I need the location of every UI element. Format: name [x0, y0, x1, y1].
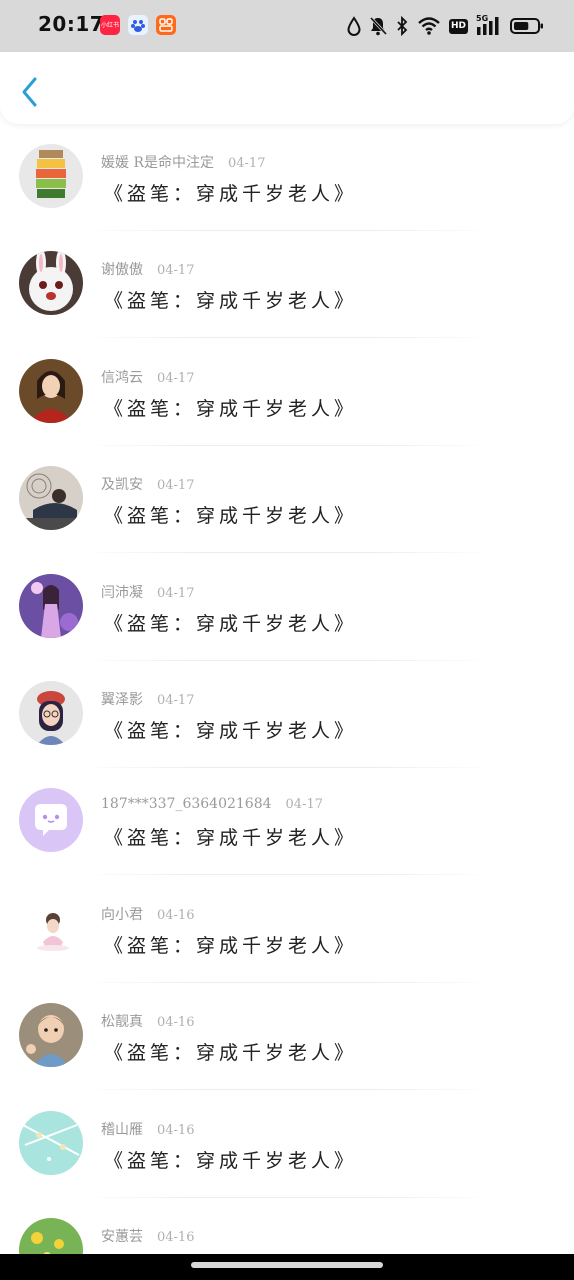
- item-date: 04-17: [228, 156, 266, 171]
- user-name: 信鸿云: [101, 369, 143, 386]
- user-name: 媛媛 R是命中注定: [101, 155, 214, 171]
- avatar[interactable]: [19, 573, 83, 638]
- status-time: 20:17: [38, 12, 105, 36]
- item-date: 04-17: [157, 370, 195, 386]
- list-item[interactable]: 向小君 04-16 《盗笔：穿成千岁老人》: [0, 876, 574, 983]
- avatar[interactable]: [19, 251, 83, 316]
- item-date: 04-16: [157, 1015, 195, 1031]
- bell-mute-icon: [369, 16, 387, 36]
- item-date: 04-17: [157, 478, 195, 494]
- item-date: 04-17: [285, 797, 323, 813]
- home-indicator[interactable]: [191, 1262, 383, 1268]
- list-item[interactable]: 及凯安 04-17 《盗笔：穿成千岁老人》: [0, 446, 574, 554]
- chevron-left-icon: [22, 77, 37, 107]
- book-title: 《盗笔：穿成千岁老人》: [104, 505, 358, 528]
- avatar[interactable]: [19, 895, 83, 960]
- user-name: 闫沛凝: [101, 584, 143, 601]
- back-button[interactable]: [18, 76, 44, 108]
- signal-5g-icon: 5G: [476, 14, 502, 36]
- book-title: 《盗笔：穿成千岁老人》: [104, 290, 358, 313]
- list-item[interactable]: 信鸿云 04-17 《盗笔：穿成千岁老人》: [0, 339, 574, 446]
- avatar[interactable]: [19, 144, 83, 208]
- book-title: 《盗笔：穿成千岁老人》: [104, 827, 358, 850]
- book-title: 《盗笔：穿成千岁老人》: [104, 934, 358, 957]
- list-item[interactable]: 松靓真 04-16 《盗笔：穿成千岁老人》: [0, 983, 574, 1091]
- user-name: 谢傲傲: [101, 262, 143, 279]
- xiaohongshu-app-icon: 小红书: [100, 15, 120, 35]
- avatar[interactable]: [19, 1218, 83, 1254]
- book-title: 《盗笔：穿成千岁老人》: [104, 183, 358, 205]
- book-title: 《盗笔：穿成千岁老人》: [104, 720, 358, 742]
- user-name: 向小君: [101, 906, 143, 923]
- list-item[interactable]: 媛媛 R是命中注定 04-17 《盗笔：穿成千岁老人》: [0, 124, 574, 231]
- book-title: 《盗笔：穿成千岁老人》: [104, 397, 358, 420]
- user-name: 187***337_6364021684: [101, 796, 272, 813]
- item-meta: 向小君 04-16: [101, 904, 194, 924]
- top-app-bar: [0, 52, 574, 124]
- user-name: 及凯安: [101, 477, 143, 494]
- user-name: 松靓真: [101, 1014, 143, 1031]
- item-date: 04-16: [157, 1122, 195, 1138]
- avatar[interactable]: [19, 1110, 83, 1175]
- avatar[interactable]: [19, 466, 83, 531]
- item-date: 04-17: [157, 263, 195, 279]
- item-meta: 松靓真 04-16: [101, 1011, 194, 1031]
- item-meta: 安蕙芸 04-16: [101, 1226, 194, 1246]
- item-meta: 翼泽影 04-17: [101, 689, 194, 709]
- status-icons: HD 5G: [347, 13, 544, 39]
- list-item[interactable]: 安蕙芸 04-16: [0, 1198, 574, 1254]
- list-item[interactable]: 闫沛凝 04-17 《盗笔：穿成千岁老人》: [0, 554, 574, 661]
- water-drop-icon: [347, 16, 361, 36]
- book-title: 《盗笔：穿成千岁老人》: [104, 1042, 358, 1065]
- avatar[interactable]: [19, 358, 83, 423]
- user-name: 安蕙芸: [101, 1229, 143, 1245]
- list-item[interactable]: 谢傲傲 04-17 《盗笔：穿成千岁老人》: [0, 231, 574, 339]
- item-meta: 谢傲傲 04-17: [101, 259, 194, 279]
- avatar[interactable]: [19, 1003, 83, 1068]
- reader-list: 媛媛 R是命中注定 04-17 《盗笔：穿成千岁老人》 谢傲傲 04-17 《盗笔：穿成千…: [0, 124, 574, 1254]
- avatar[interactable]: [19, 788, 83, 853]
- user-name: 稽山雁: [101, 1121, 143, 1138]
- item-meta: 信鸿云 04-17: [101, 367, 194, 387]
- list-item[interactable]: 翼泽影 04-17 《盗笔：穿成千岁老人》: [0, 661, 574, 768]
- baidu-app-icon: [128, 15, 148, 35]
- list-item[interactable]: 稽山雁 04-16 《盗笔：穿成千岁老人》: [0, 1091, 574, 1198]
- item-meta: 稽山雁 04-16: [101, 1119, 194, 1139]
- list-item[interactable]: 187***337_6364021684 04-17 《盗笔：穿成千岁老人》: [0, 768, 574, 876]
- item-meta: 闫沛凝 04-17: [101, 582, 194, 602]
- status-bar: 20:17 小红书 HD 5G: [0, 0, 574, 52]
- item-date: 04-17: [157, 693, 195, 708]
- book-title: 《盗笔：穿成千岁老人》: [104, 612, 358, 635]
- bluetooth-icon: [397, 16, 408, 36]
- taobao-app-icon: [156, 15, 176, 35]
- item-meta: 及凯安 04-17: [101, 474, 194, 494]
- book-title: 《盗笔：穿成千岁老人》: [104, 1149, 358, 1172]
- item-date: 04-17: [157, 585, 195, 601]
- item-meta: 媛媛 R是命中注定 04-17: [101, 152, 265, 172]
- wifi-icon: [418, 17, 440, 35]
- item-date: 04-16: [157, 907, 195, 923]
- battery-icon: [510, 18, 543, 34]
- item-meta: 187***337_6364021684 04-17: [101, 796, 323, 812]
- user-name: 翼泽影: [101, 692, 143, 708]
- hd-icon: HD: [448, 18, 468, 34]
- avatar[interactable]: [19, 681, 83, 745]
- item-date: 04-16: [157, 1230, 195, 1245]
